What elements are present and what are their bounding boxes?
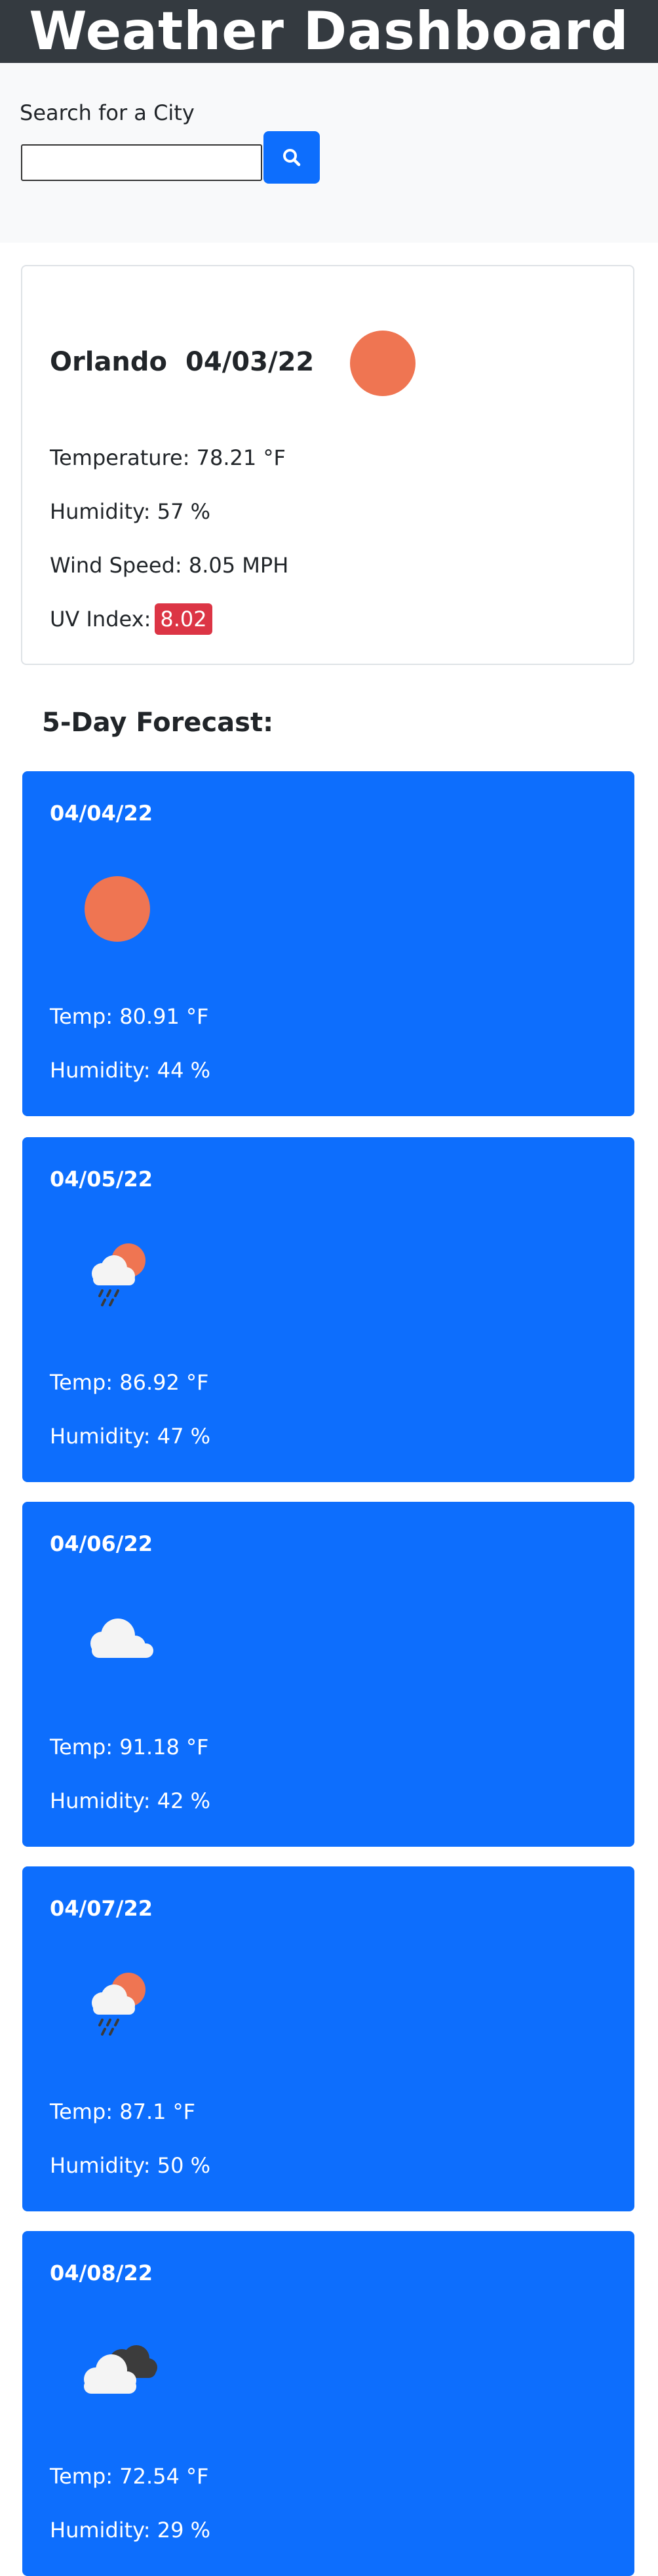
forecast-temp: Temp: 72.54 °F [50, 2464, 209, 2489]
cloud-icon [90, 1619, 153, 1658]
search-button[interactable] [263, 131, 320, 184]
forecast-date: 04/05/22 [50, 1167, 153, 1192]
forecast-temp: Temp: 91.18 °F [50, 1735, 209, 1760]
page-header: Weather Dashboard [0, 0, 658, 63]
forecast-card: 04/05/22 Temp: 86.92 °F Humidity: 47 % [22, 1137, 634, 1482]
forecast-date: 04/06/22 [50, 1531, 153, 1556]
uv-index-label: UV Index: [50, 607, 151, 632]
current-date: 04/03/22 [185, 347, 315, 377]
broken-clouds-icon [84, 2345, 157, 2394]
search-label: Search for a City [20, 100, 195, 125]
current-city-name: Orlando [50, 347, 168, 377]
sun-icon [350, 331, 416, 396]
forecast-heading: 5-Day Forecast: [42, 708, 274, 738]
forecast-humidity: Humidity: 29 % [50, 2518, 211, 2543]
forecast-temp: Temp: 86.92 °F [50, 1370, 209, 1395]
sun-cloud-rain-icon [92, 1243, 145, 1306]
forecast-temp: Temp: 87.1 °F [50, 2099, 196, 2124]
sun-icon [85, 876, 150, 942]
page-title: Weather Dashboard [29, 1, 629, 62]
forecast-card: 04/07/22 Temp: 87.1 °F Humidity: 50 % [22, 1866, 634, 2211]
forecast-date: 04/07/22 [50, 1896, 153, 1921]
city-search-input[interactable] [21, 144, 262, 181]
current-humidity: Humidity: 57 % [50, 499, 211, 524]
current-temperature: Temperature: 78.21 °F [50, 445, 286, 470]
search-icon [283, 149, 301, 167]
uv-index-badge: 8.02 [155, 603, 212, 635]
forecast-card: 04/06/22 Temp: 91.18 °F Humidity: 42 % [22, 1502, 634, 1847]
current-uv-index: UV Index: 8.02 [50, 603, 212, 635]
forecast-humidity: Humidity: 44 % [50, 1058, 211, 1083]
forecast-humidity: Humidity: 50 % [50, 2153, 211, 2178]
current-wind-speed: Wind Speed: 8.05 MPH [50, 553, 289, 578]
forecast-date: 04/04/22 [50, 801, 153, 826]
forecast-card: 04/04/22 Temp: 80.91 °F Humidity: 44 % [22, 771, 634, 1116]
forecast-humidity: Humidity: 42 % [50, 1788, 211, 1813]
search-panel: Search for a City [0, 63, 658, 243]
forecast-card: 04/08/22 Temp: 72.54 °F Humidity: 29 % [22, 2231, 634, 2576]
current-city-heading: Orlando 04/03/22 [50, 345, 314, 379]
sun-cloud-rain-icon [92, 1973, 145, 2036]
current-weather-card: Orlando 04/03/22 Temperature: 78.21 °F Hu… [21, 265, 634, 665]
forecast-date: 04/08/22 [50, 2261, 153, 2285]
forecast-temp: Temp: 80.91 °F [50, 1004, 209, 1029]
forecast-humidity: Humidity: 47 % [50, 1424, 211, 1449]
